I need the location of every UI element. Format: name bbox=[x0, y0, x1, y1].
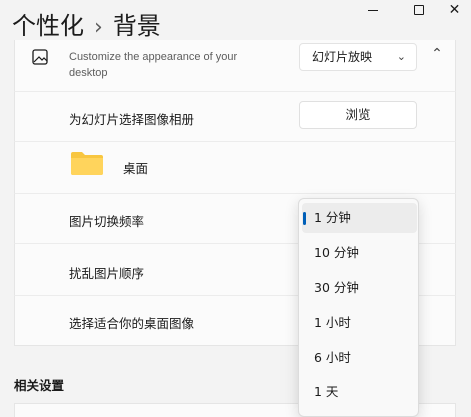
chevron-down-icon: ⌄ bbox=[396, 50, 406, 63]
picture-icon bbox=[32, 49, 48, 65]
close-button[interactable]: ✕ bbox=[438, 0, 471, 20]
minimize-button[interactable] bbox=[353, 0, 393, 20]
dropdown-option-1[interactable]: 1 分钟 bbox=[302, 203, 417, 233]
background-type-row: Customize the appearance of your desktop… bbox=[14, 40, 456, 92]
interval-label: 图片切换频率 bbox=[69, 214, 145, 229]
fit-label: 选择适合你的桌面图像 bbox=[69, 316, 195, 331]
close-icon: ✕ bbox=[448, 2, 461, 18]
folder-icon bbox=[71, 152, 103, 175]
option-label: 30 分钟 bbox=[314, 280, 359, 295]
background-type-select[interactable]: 幻灯片放映 ⌄ bbox=[299, 43, 417, 71]
folder-label[interactable]: 桌面 bbox=[123, 158, 148, 177]
collapse-chevron-up-icon[interactable]: ⌃ bbox=[427, 46, 447, 66]
page-title: 个性化 › 背景 bbox=[12, 6, 161, 41]
breadcrumb-current: 背景 bbox=[112, 12, 161, 40]
selection-indicator bbox=[303, 212, 306, 225]
maximize-button[interactable] bbox=[399, 0, 439, 20]
folder-row: 桌面 bbox=[14, 142, 456, 194]
breadcrumb-separator: › bbox=[94, 15, 103, 40]
background-description: Customize the appearance of your desktop bbox=[69, 51, 238, 79]
dropdown-option-5[interactable]: 6 小时 bbox=[302, 343, 417, 373]
shuffle-label: 扰乱图片顺序 bbox=[69, 266, 145, 281]
option-label: 1 分钟 bbox=[314, 210, 351, 225]
dropdown-option-6[interactable]: 1 天 bbox=[302, 377, 417, 407]
interval-dropdown[interactable]: 1 分钟 10 分钟 30 分钟 1 小时 6 小时 1 天 bbox=[298, 198, 419, 417]
title-bar: 个性化 › 背景 ✕ bbox=[0, 0, 471, 44]
browse-button[interactable]: 浏览 bbox=[299, 101, 417, 129]
related-settings-title: 相关设置 bbox=[14, 378, 65, 393]
dropdown-option-2[interactable]: 10 分钟 bbox=[302, 238, 417, 268]
dropdown-option-4[interactable]: 1 小时 bbox=[302, 308, 417, 338]
dropdown-option-3[interactable]: 30 分钟 bbox=[302, 273, 417, 303]
background-type-value: 幻灯片放映 bbox=[312, 50, 373, 64]
album-label: 为幻灯片选择图像相册 bbox=[69, 112, 195, 127]
minimize-icon bbox=[368, 9, 378, 11]
option-label: 1 天 bbox=[314, 384, 339, 399]
maximize-icon bbox=[414, 5, 424, 15]
album-row: 为幻灯片选择图像相册 浏览 bbox=[14, 92, 456, 142]
option-label: 10 分钟 bbox=[314, 245, 359, 260]
breadcrumb-parent[interactable]: 个性化 bbox=[12, 12, 84, 40]
option-label: 6 小时 bbox=[314, 350, 351, 365]
option-label: 1 小时 bbox=[314, 315, 351, 330]
